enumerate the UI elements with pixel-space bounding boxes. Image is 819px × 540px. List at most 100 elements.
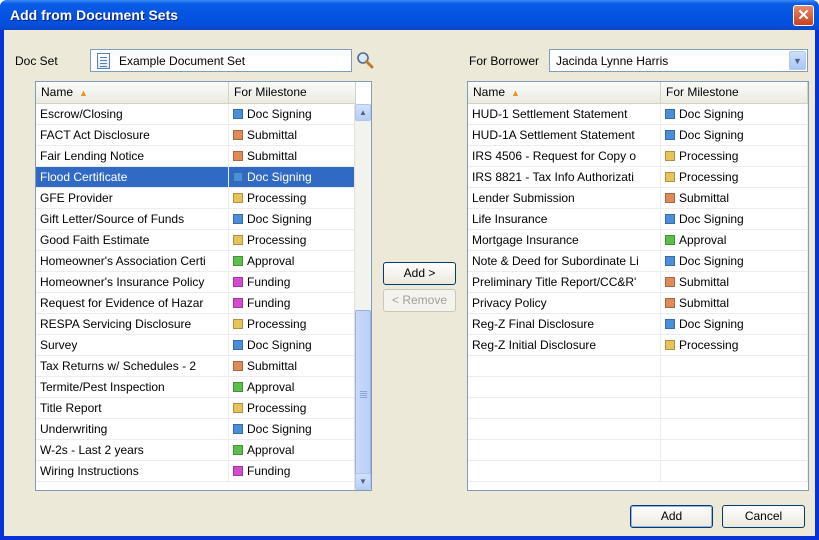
milestone-color-icon	[233, 403, 243, 413]
milestone-cell: Doc Signing	[229, 104, 356, 125]
milestone-cell: Processing	[229, 230, 356, 251]
milestone-color-icon	[233, 277, 243, 287]
table-row[interactable]: Privacy Policy Submittal	[468, 293, 808, 314]
table-row[interactable]: GFE Provider Processing	[36, 188, 356, 209]
add-to-borrower-button[interactable]: Add >	[383, 262, 456, 285]
grid-header: Name ▲ For Milestone	[468, 82, 808, 104]
milestone-cell: Processing	[661, 146, 808, 167]
table-row[interactable]: Good Faith Estimate Processing	[36, 230, 356, 251]
document-name: Reg-Z Initial Disclosure	[468, 335, 661, 356]
milestone-cell: Approval	[229, 377, 356, 398]
milestone-label: Doc Signing	[247, 212, 312, 226]
table-row[interactable]: FACT Act Disclosure Submittal	[36, 125, 356, 146]
column-header-name[interactable]: Name ▲	[36, 82, 229, 104]
milestone-color-icon	[665, 109, 675, 119]
docset-field[interactable]: Example Document Set	[90, 49, 352, 72]
milestone-cell: Submittal	[229, 125, 356, 146]
table-row[interactable]: Homeowner's Insurance Policy Funding	[36, 272, 356, 293]
milestone-label: Approval	[679, 233, 727, 247]
milestone-color-icon	[233, 382, 243, 392]
scroll-up-icon[interactable]: ▲	[355, 104, 371, 121]
milestone-color-icon	[233, 298, 243, 308]
document-name: FACT Act Disclosure	[36, 125, 229, 146]
column-header-milestone[interactable]: For Milestone	[661, 82, 808, 104]
table-row[interactable]: Fair Lending Notice Submittal	[36, 146, 356, 167]
milestone-label: Doc Signing	[247, 170, 312, 184]
milestone-label: Processing	[679, 338, 739, 352]
table-row[interactable]: Underwriting Doc Signing	[36, 419, 356, 440]
empty-cell	[661, 419, 808, 440]
table-row[interactable]: Request for Evidence of Hazar Funding	[36, 293, 356, 314]
empty-cell	[661, 377, 808, 398]
milestone-color-icon	[665, 235, 675, 245]
table-row[interactable]: IRS 8821 - Tax Info Authorizati Processin…	[468, 167, 808, 188]
table-row[interactable]: Termite/Pest Inspection Approval	[36, 377, 356, 398]
table-row[interactable]: Reg-Z Final Disclosure Doc Signing	[468, 314, 808, 335]
milestone-label: Processing	[247, 233, 307, 247]
document-name: RESPA Servicing Disclosure	[36, 314, 229, 335]
document-name: IRS 8821 - Tax Info Authorizati	[468, 167, 661, 188]
chevron-down-icon[interactable]: ▼	[789, 51, 806, 70]
table-row[interactable]: Mortgage Insurance Approval	[468, 230, 808, 251]
document-name: Mortgage Insurance	[468, 230, 661, 251]
table-row[interactable]: Gift Letter/Source of Funds Doc Signing	[36, 209, 356, 230]
scroll-down-icon[interactable]: ▼	[355, 473, 371, 490]
cancel-button[interactable]: Cancel	[722, 505, 805, 528]
close-button[interactable]: ✕	[793, 5, 814, 26]
add-button[interactable]: Add	[630, 505, 713, 528]
document-name: Escrow/Closing	[36, 104, 229, 125]
milestone-label: Doc Signing	[247, 338, 312, 352]
milestone-color-icon	[665, 298, 675, 308]
scrollbar-thumb[interactable]	[355, 310, 371, 483]
document-name: Note & Deed for Subordinate Li	[468, 251, 661, 272]
milestone-color-icon	[665, 319, 675, 329]
empty-cell	[468, 398, 661, 419]
dialog-window: Add from Document Sets ✕ Doc Set Example…	[0, 0, 819, 540]
vertical-scrollbar[interactable]: ▲ ▼	[354, 104, 371, 490]
milestone-color-icon	[665, 340, 675, 350]
borrower-documents-grid: Name ▲ For Milestone HUD-1 Settlement Sta…	[467, 81, 809, 491]
search-icon[interactable]	[356, 51, 374, 69]
grip-icon	[360, 391, 367, 392]
title-bar[interactable]: Add from Document Sets ✕	[0, 0, 819, 30]
milestone-cell: Doc Signing	[661, 314, 808, 335]
milestone-label: Processing	[247, 317, 307, 331]
table-row[interactable]: Lender Submission Submittal	[468, 188, 808, 209]
table-row[interactable]: RESPA Servicing Disclosure Processing	[36, 314, 356, 335]
table-row[interactable]: Survey Doc Signing	[36, 335, 356, 356]
column-header-milestone[interactable]: For Milestone	[229, 82, 356, 104]
remove-button[interactable]: < Remove	[383, 289, 456, 312]
table-row[interactable]: HUD-1 Settlement Statement Doc Signing	[468, 104, 808, 125]
document-name: Reg-Z Final Disclosure	[468, 314, 661, 335]
table-row[interactable]: Escrow/Closing Doc Signing	[36, 104, 356, 125]
column-label: For Milestone	[666, 85, 739, 99]
milestone-cell: Doc Signing	[229, 209, 356, 230]
table-row[interactable]: Note & Deed for Subordinate Li Doc Signin…	[468, 251, 808, 272]
milestone-cell: Doc Signing	[661, 104, 808, 125]
milestone-label: Approval	[247, 380, 295, 394]
table-row[interactable]: Tax Returns w/ Schedules - 2 Submittal	[36, 356, 356, 377]
borrower-select[interactable]: Jacinda Lynne Harris ▼	[549, 49, 808, 72]
document-name: Preliminary Title Report/CC&R'	[468, 272, 661, 293]
table-row[interactable]: Homeowner's Association Certi Approval	[36, 251, 356, 272]
table-row[interactable]: Flood Certificate Doc Signing	[36, 167, 356, 188]
table-row[interactable]: Title Report Processing	[36, 398, 356, 419]
milestone-cell: Processing	[229, 398, 356, 419]
milestone-color-icon	[233, 109, 243, 119]
milestone-color-icon	[665, 151, 675, 161]
document-name: HUD-1 Settlement Statement	[468, 104, 661, 125]
table-row[interactable]: Preliminary Title Report/CC&R' Submittal	[468, 272, 808, 293]
document-name: Homeowner's Insurance Policy	[36, 272, 229, 293]
column-header-name[interactable]: Name ▲	[468, 82, 661, 104]
table-row[interactable]: HUD-1A Settlement Statement Doc Signing	[468, 125, 808, 146]
milestone-label: Doc Signing	[679, 212, 744, 226]
document-name: Homeowner's Association Certi	[36, 251, 229, 272]
table-row[interactable]: Wiring Instructions Funding	[36, 461, 356, 482]
empty-cell	[661, 398, 808, 419]
table-row[interactable]: W-2s - Last 2 years Approval	[36, 440, 356, 461]
table-row[interactable]: IRS 4506 - Request for Copy o Processing	[468, 146, 808, 167]
milestone-cell: Doc Signing	[229, 335, 356, 356]
table-row[interactable]: Life Insurance Doc Signing	[468, 209, 808, 230]
empty-row	[468, 356, 808, 377]
table-row[interactable]: Reg-Z Initial Disclosure Processing	[468, 335, 808, 356]
